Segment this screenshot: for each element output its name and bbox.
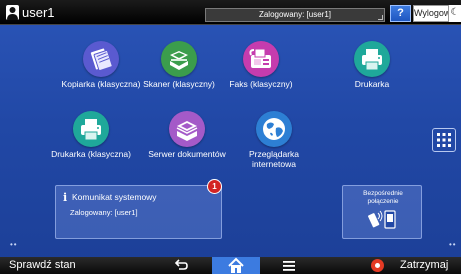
copier-icon	[83, 41, 119, 77]
app-label: Serwer dokumentów	[148, 149, 226, 159]
stop-button[interactable]: Zatrzymaj	[366, 257, 461, 274]
classic-printer-icon	[73, 111, 109, 147]
home-button[interactable]	[212, 257, 260, 274]
login-status-text: Zalogowany: [user1]	[258, 10, 332, 19]
top-bar: user1 Zalogowany: [user1] ? Wylogowanie …	[0, 0, 461, 25]
moon-icon: ☾	[450, 7, 460, 18]
notification-badge: 1	[207, 179, 222, 194]
info-icon: i	[63, 191, 68, 204]
stop-icon	[371, 259, 384, 272]
app-label: Przeglądarka internetowa	[248, 149, 300, 169]
system-message-widget[interactable]: i Komunikat systemowy Zalogowany: [user1…	[55, 185, 222, 239]
app-printer-classic[interactable]: Drukarka (klasyczna)	[43, 111, 139, 159]
app-web-browser[interactable]: Przeglądarka internetowa	[226, 111, 322, 169]
app-document-server[interactable]: Serwer dokumentów	[139, 111, 235, 159]
fax-icon	[243, 41, 279, 77]
menu-icon	[283, 261, 295, 271]
login-status-field: Zalogowany: [user1]	[205, 8, 385, 22]
app-fax-classic[interactable]: Faks (klasyczny)	[213, 41, 309, 89]
menu-button[interactable]	[276, 257, 302, 274]
help-button[interactable]: ?	[390, 5, 411, 22]
back-arrow-icon	[174, 259, 188, 270]
printer-icon	[354, 41, 390, 77]
direct-connection-title: Bezpośrednie połączenie	[363, 190, 403, 205]
stop-label: Zatrzymaj	[400, 259, 449, 271]
scanner-icon	[161, 41, 197, 77]
page-indicator-left: ••	[10, 240, 18, 249]
user-name[interactable]: user1	[22, 5, 55, 20]
nfc-phone-icon	[368, 210, 396, 229]
bottom-bar: Sprawdź stan Zatrzymaj	[0, 257, 461, 274]
direct-connection-widget[interactable]: Bezpośrednie połączenie	[342, 185, 422, 239]
all-apps-button[interactable]	[432, 128, 456, 152]
back-button[interactable]	[168, 257, 194, 274]
app-label: Drukarka	[354, 79, 390, 89]
document-server-icon	[169, 111, 205, 147]
app-label: Faks (klasyczny)	[229, 79, 293, 89]
grid-icon	[437, 133, 451, 147]
system-message-body: Zalogowany: [user1]	[70, 208, 138, 217]
home-screen: user1 Zalogowany: [user1] ? Wylogowanie …	[0, 0, 461, 274]
user-icon	[6, 5, 19, 20]
resize-corner-icon	[378, 15, 383, 20]
system-message-title: Komunikat systemowy	[72, 192, 157, 202]
home-icon	[228, 257, 244, 273]
app-label: Drukarka (klasyczna)	[51, 149, 131, 159]
app-printer[interactable]: Drukarka	[324, 41, 420, 89]
energy-saver-button[interactable]: ☾	[448, 5, 461, 22]
check-status-button[interactable]: Sprawdź stan	[0, 257, 100, 274]
web-browser-icon	[256, 111, 292, 147]
page-indicator-right: ••	[449, 240, 457, 249]
